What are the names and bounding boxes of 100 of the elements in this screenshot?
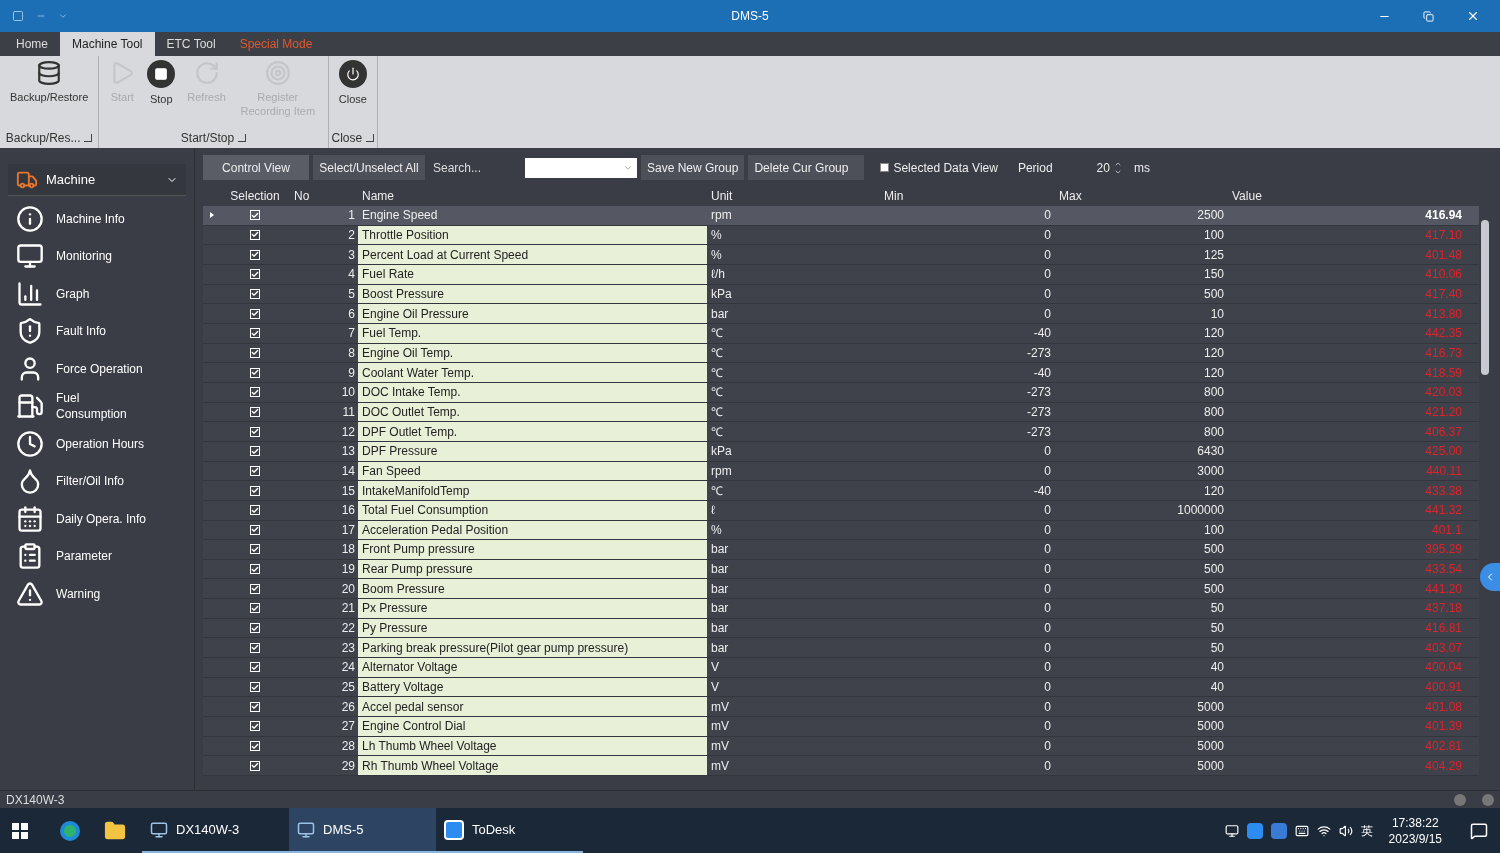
table-row[interactable]: 21 Px Pressure bar 0 50 437.18 xyxy=(203,599,1479,619)
sidebar-item[interactable]: Parameter xyxy=(0,537,194,575)
column-header[interactable]: Unit xyxy=(707,188,880,204)
table-row[interactable]: 7 Fuel Temp. ℃ -40 120 442.35 xyxy=(203,323,1479,344)
table-row[interactable]: 12 DPF Outlet Temp. ℃ -273 800 406.37 xyxy=(203,422,1479,442)
table-row[interactable]: 20 Boom Pressure bar 0 500 441.20 xyxy=(203,579,1479,600)
sidebar-item[interactable]: Force Operation xyxy=(0,350,194,388)
clock[interactable]: 17:38:22 2023/9/15 xyxy=(1380,814,1450,847)
table-cell-text: 120 xyxy=(1202,482,1225,499)
table-cell-text: 100 xyxy=(1202,521,1225,538)
taskbar-app[interactable]: DMS-5 xyxy=(289,808,436,853)
table-row[interactable]: 2 Throttle Position % 0 100 417.10 xyxy=(203,225,1479,246)
table-row[interactable]: 23 Parking break pressure(Pilot gear pump pressure) bar 0 50 403.07 xyxy=(203,638,1479,659)
ribbon-tab[interactable]: Home xyxy=(4,32,60,56)
sidebar-item[interactable]: Fuel Consumption xyxy=(0,387,194,425)
table-cell-text: 4 xyxy=(347,266,356,283)
sidebar-header[interactable]: Machine xyxy=(8,164,186,196)
select-all-button[interactable]: Select/Unselect All xyxy=(313,155,425,180)
column-header[interactable]: Name xyxy=(358,188,707,204)
ribbon-button[interactable]: Backup/Restore xyxy=(4,56,95,128)
period-spinner[interactable]: 20 xyxy=(1096,159,1122,176)
group-dropdown[interactable] xyxy=(525,157,637,178)
table-cell-text: % xyxy=(710,521,723,538)
ribbon-tab[interactable]: Machine Tool xyxy=(60,32,155,56)
table-row[interactable]: 4 Fuel Rate ℓ/h 0 150 410.06 xyxy=(203,264,1479,285)
table-cell-text: 5 xyxy=(347,285,356,302)
table-cell-text: 500 xyxy=(1202,541,1225,558)
windows-start-icon[interactable] xyxy=(12,822,28,839)
table-row[interactable]: 28 Lh Thumb Wheel Voltage mV 0 5000 402.81 xyxy=(203,736,1479,757)
table-row[interactable]: 24 Alternator Voltage V 0 40 400.04 xyxy=(203,658,1479,678)
sidebar-item[interactable]: Daily Opera. Info xyxy=(0,500,194,538)
restore-icon[interactable] xyxy=(1423,10,1434,22)
volume-icon[interactable] xyxy=(1338,823,1353,838)
save-group-button[interactable]: Save New Group xyxy=(641,155,745,180)
table-cell-text: 18 xyxy=(340,541,356,558)
ribbon-tab[interactable]: ETC Tool xyxy=(154,32,228,56)
control-view-button[interactable]: Control View xyxy=(203,155,309,180)
table-row[interactable]: 8 Engine Oil Temp. ℃ -273 120 416.73 xyxy=(203,343,1479,364)
column-header[interactable]: Value xyxy=(1228,188,1428,204)
table-row[interactable]: 11 DOC Outlet Temp. ℃ -273 800 421.20 xyxy=(203,402,1479,423)
table-row[interactable]: 10 DOC Intake Temp. ℃ -273 800 420.03 xyxy=(203,382,1479,403)
table-row[interactable]: 22 Py Pressure bar 0 50 416.81 xyxy=(203,618,1479,639)
column-header[interactable]: Selection xyxy=(203,188,290,204)
table-row[interactable]: 14 Fan Speed rpm 0 3000 440.11 xyxy=(203,461,1479,482)
tray-icon[interactable] xyxy=(1224,823,1239,838)
monitor-icon xyxy=(16,242,44,271)
table-cell-text: 5000 xyxy=(1196,757,1225,774)
table-row[interactable]: 5 Boost Pressure kPa 0 500 417.40 xyxy=(203,284,1479,305)
table-row[interactable]: 13 DPF Pressure kPa 0 6430 425.00 xyxy=(203,441,1479,462)
column-header[interactable]: Min xyxy=(880,188,1055,204)
table-cell-text: bar xyxy=(710,305,730,322)
table-cell-text: 0 xyxy=(1043,738,1052,755)
wifi-icon[interactable] xyxy=(1316,823,1331,838)
sidebar-item[interactable]: Filter/Oil Info xyxy=(0,462,194,500)
table-cell-text: -273 xyxy=(1025,384,1052,401)
delete-group-button[interactable]: Delete Cur Group xyxy=(748,155,865,180)
table-cell-text: 26 xyxy=(340,698,356,715)
table-row[interactable]: 15 IntakeManifoldTemp ℃ -40 120 433.38 xyxy=(203,481,1479,501)
ribbon-button[interactable]: Stop xyxy=(141,56,182,128)
table-row[interactable]: 27 Engine Control Dial mV 0 5000 401.39 xyxy=(203,717,1479,737)
table-cell: Px Pressure xyxy=(358,599,707,618)
table-row[interactable]: 18 Front Pump pressure bar 0 500 395.29 xyxy=(203,540,1479,560)
table-row[interactable]: 25 Battery Voltage V 0 40 400.91 xyxy=(203,677,1479,698)
fuel-pump-icon xyxy=(16,392,44,421)
browser-icon[interactable] xyxy=(60,820,80,841)
sidebar-item[interactable]: Monitoring xyxy=(0,237,194,275)
notification-icon[interactable] xyxy=(1470,821,1488,840)
table-cell-text: 403.07 xyxy=(1424,639,1463,656)
table-row[interactable]: 26 Accel pedal sensor mV 0 5000 401.08 xyxy=(203,697,1479,718)
sidebar-item[interactable]: Fault Info xyxy=(0,312,194,350)
ribbon-button[interactable]: Close xyxy=(332,56,373,128)
table-row[interactable]: 17 Acceleration Pedal Position % 0 100 401.1 xyxy=(203,520,1479,541)
sidebar-item[interactable]: Warning xyxy=(0,575,194,613)
table-row[interactable]: 29 Rh Thumb Wheel Voltage mV 0 5000 404.29 xyxy=(203,756,1479,777)
table-row[interactable]: 9 Coolant Water Temp. ℃ -40 120 418.59 xyxy=(203,363,1479,383)
table-cell-text: 0 xyxy=(1043,639,1052,656)
folder-icon[interactable] xyxy=(104,819,126,842)
input-method-label[interactable]: 英 xyxy=(1360,822,1373,839)
table-row[interactable]: 6 Engine Oil Pressure bar 0 10 413.80 xyxy=(203,304,1479,324)
column-header[interactable]: Max xyxy=(1055,188,1228,204)
expand-icon[interactable] xyxy=(366,134,375,142)
keyboard-icon[interactable] xyxy=(1294,823,1309,838)
table-cell-text: 0 xyxy=(1043,698,1052,715)
sidebar-item[interactable]: Operation Hours xyxy=(0,425,194,463)
table-cell-text: 442.35 xyxy=(1424,325,1463,342)
table-row[interactable]: 1 Engine Speed rpm 0 2500 416.94 xyxy=(203,206,1479,226)
sidebar-header-label: Machine xyxy=(46,170,96,189)
sidebar-item[interactable]: Machine Info xyxy=(0,200,194,238)
checkbox[interactable] xyxy=(880,163,890,172)
table-row[interactable]: 3 Percent Load at Current Speed % 0 125 401.48 xyxy=(203,245,1479,265)
taskbar-app[interactable]: ToDesk xyxy=(436,808,583,853)
expand-icon[interactable] xyxy=(238,134,247,142)
table-cell-text: 421.20 xyxy=(1424,403,1463,420)
sidebar-item[interactable]: Graph xyxy=(0,275,194,313)
table-row[interactable]: 16 Total Fuel Consumption ℓ 0 1000000 441.32 xyxy=(203,500,1479,521)
table-cell: IntakeManifoldTemp xyxy=(358,481,707,500)
expand-icon[interactable] xyxy=(84,134,93,142)
column-header[interactable]: No xyxy=(290,188,358,204)
close-icon[interactable] xyxy=(1466,9,1480,23)
table-row[interactable]: 19 Rear Pump pressure bar 0 500 433.54 xyxy=(203,559,1479,580)
